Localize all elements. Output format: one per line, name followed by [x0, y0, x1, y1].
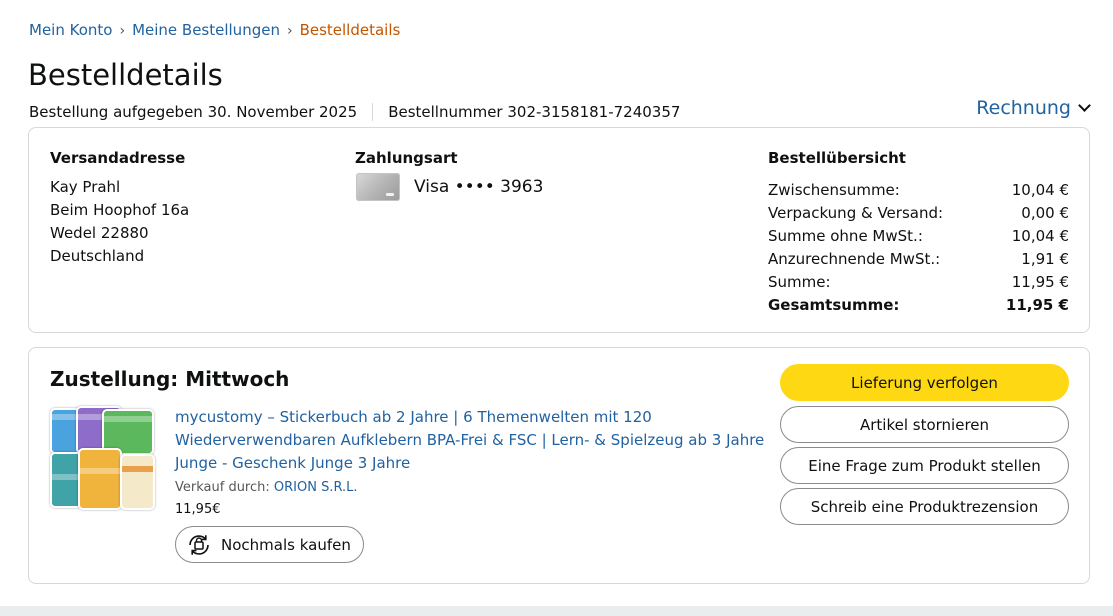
breadcrumb-separator: › [286, 23, 293, 39]
summary-row-net: Summe ohne MwSt.: 10,04 € [768, 225, 1069, 248]
shipping-address-heading: Versandadresse [50, 149, 186, 167]
order-summary-card: Versandadresse Kay Prahl Beim Hoophof 16… [28, 127, 1090, 333]
order-date: Bestellung aufgegeben 30. November 2025 [29, 103, 358, 121]
breadcrumb: Mein Konto › Meine Bestellungen › Bestelldet… [29, 20, 400, 41]
seller-link[interactable]: ORION S.R.L. [274, 480, 358, 495]
breadcrumb-my-account[interactable]: Mein Konto [29, 21, 112, 39]
seller-info: Verkauf durch: ORION S.R.L. [175, 479, 358, 497]
summary-label: Gesamtsumme: [768, 296, 900, 314]
book-cover [120, 454, 155, 510]
product-image[interactable] [50, 406, 155, 512]
invoice-dropdown[interactable]: Rechnung [976, 97, 1091, 119]
summary-value: 10,04 € [1011, 181, 1069, 199]
credit-card-icon [356, 173, 400, 201]
summary-value: 10,04 € [1011, 227, 1069, 245]
summary-label: Summe ohne MwSt.: [768, 227, 923, 245]
summary-value: 1,91 € [1021, 250, 1069, 268]
summary-value: 11,95 € [1011, 273, 1069, 291]
meta-divider [372, 103, 374, 121]
breadcrumb-my-orders[interactable]: Meine Bestellungen [132, 21, 280, 39]
summary-value: 11,95 € [1005, 296, 1069, 314]
summary-row-total: Gesamtsumme: 11,95 € [768, 294, 1069, 317]
buy-again-button[interactable]: Nochmals kaufen [175, 526, 364, 563]
payment-method: Visa •••• 3963 [414, 177, 544, 197]
order-number: Bestellnummer 302-3158181-7240357 [388, 103, 681, 121]
order-details-page: Mein Konto › Meine Bestellungen › Bestelldet… [0, 0, 1113, 616]
summary-row-vat: Anzurechnende MwSt.: 1,91 € [768, 248, 1069, 271]
invoice-label: Rechnung [976, 97, 1071, 119]
summary-label: Zwischensumme: [768, 181, 900, 199]
track-delivery-button[interactable]: Lieferung verfolgen [780, 364, 1069, 401]
summary-label: Summe: [768, 273, 831, 291]
product-title-link[interactable]: mycustomy – Stickerbuch ab 2 Jahre | 6 T… [175, 406, 775, 475]
breadcrumb-separator: › [119, 23, 126, 39]
seller-prefix: Verkauf durch: [175, 480, 270, 495]
book-cover [78, 448, 122, 510]
product-price: 11,95€ [175, 502, 221, 517]
summary-row-shipping: Verpackung & Versand: 0,00 € [768, 202, 1069, 225]
address-line: Deutschland [50, 247, 145, 265]
buy-again-icon [189, 534, 209, 555]
order-summary-heading: Bestellübersicht [768, 149, 906, 167]
chevron-down-icon [1078, 99, 1091, 112]
address-line: Wedel 22880 [50, 224, 149, 242]
ask-question-button[interactable]: Eine Frage zum Produkt stellen [780, 447, 1069, 484]
payment-heading: Zahlungsart [355, 149, 458, 167]
cancel-item-button[interactable]: Artikel stornieren [780, 406, 1069, 443]
order-summary-table: Zwischensumme: 10,04 € Verpackung & Vers… [768, 179, 1069, 317]
summary-row-sum: Summe: 11,95 € [768, 271, 1069, 294]
order-meta: Bestellung aufgegeben 30. November 2025 … [29, 102, 680, 122]
page-footer-strip [0, 606, 1113, 616]
shipping-address: Kay Prahl Beim Hoophof 16a Wedel 22880 D… [50, 176, 189, 268]
summary-label: Anzurechnende MwSt.: [768, 250, 941, 268]
summary-label: Verpackung & Versand: [768, 204, 944, 222]
page-title: Bestelldetails [28, 58, 223, 92]
buy-again-label: Nochmals kaufen [221, 535, 351, 554]
summary-value: 0,00 € [1021, 204, 1069, 222]
address-line: Beim Hoophof 16a [50, 201, 190, 219]
delivery-title: Zustellung: Mittwoch [50, 367, 290, 391]
summary-row-subtotal: Zwischensumme: 10,04 € [768, 179, 1069, 202]
delivery-card: Zustellung: Mittwoch mycustomy – Sticker… [28, 347, 1090, 584]
breadcrumb-current: Bestelldetails [299, 21, 401, 39]
address-line: Kay Prahl [50, 178, 121, 196]
write-review-button[interactable]: Schreib eine Produktrezension [780, 488, 1069, 525]
